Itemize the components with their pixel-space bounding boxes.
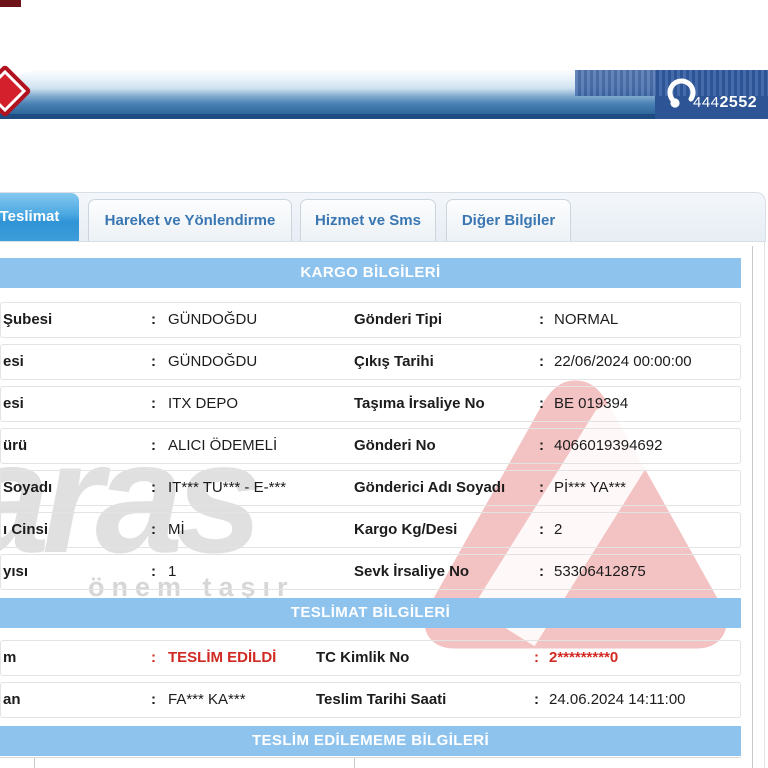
table-row: esi : ITX DEPO Taşıma İrsaliye No : BE 0… [0, 386, 741, 422]
delivery-status-value: TESLİM EDİLDİ [168, 649, 277, 666]
row-label: Soyadı [3, 479, 53, 496]
colon: : [151, 649, 156, 666]
row-value: ITX DEPO [168, 395, 239, 412]
row-label: an [3, 691, 21, 708]
tab-hizmet-ve-sms[interactable]: Hizmet ve Sms [300, 199, 436, 241]
row-value: 22/06/2024 00:00:00 [554, 353, 692, 370]
row-value: 4066019394692 [554, 437, 663, 454]
row-label: Teslim Tarihi Saati [316, 691, 447, 708]
row-label: Şubesi [3, 311, 53, 328]
colon: : [151, 479, 156, 496]
row-value: 53306412875 [554, 563, 646, 580]
colon: : [151, 353, 156, 370]
row-label: Gönderi Tipi [354, 311, 443, 328]
colon: : [151, 563, 156, 580]
row-label: Gönderici Adı Soyadı [354, 479, 506, 496]
partial-row-divider [0, 757, 741, 758]
colon: : [151, 395, 156, 412]
row-value: BE 019394 [554, 395, 629, 412]
table-row: Şubesi : GÜNDOĞDU Gönderi Tipi : NORMAL [0, 302, 741, 338]
row-label: ürü [3, 437, 28, 454]
tc-kimlik-value: 2*********0 [549, 649, 619, 666]
colon: : [151, 437, 156, 454]
row-value: FA*** KA*** [168, 691, 246, 708]
colon: : [534, 691, 539, 708]
colon: : [539, 353, 544, 370]
row-label: m [3, 649, 17, 666]
row-label: Çıkış Tarihi [354, 353, 434, 370]
top-corner-strip [0, 0, 21, 7]
row-value: NORMAL [554, 311, 619, 328]
row-label: Gönderi No [354, 437, 436, 454]
customer-service-phone: 4442552 [693, 94, 757, 112]
row-value: Mİ [168, 521, 185, 538]
table-row: ı Cinsi : Mİ Kargo Kg/Desi : 2 [0, 512, 741, 548]
row-label: esi [3, 395, 24, 412]
table-row: an : FA*** KA*** Teslim Tarihi Saati : 2… [0, 682, 741, 718]
table-row: m : TESLİM EDİLDİ TC Kimlik No : 2******… [0, 640, 741, 676]
row-label: yısı [3, 563, 29, 580]
tab-strip: Teslimat Hareket ve Yönlendirme Hizmet v… [0, 192, 766, 242]
colon: : [539, 437, 544, 454]
section-header-teslim-edilememe-bilgileri: TESLİM EDİLEMEME BİLGİLERİ [0, 726, 741, 756]
row-label: Sevk İrsaliye No [354, 563, 470, 580]
row-label: esi [3, 353, 24, 370]
phone-prefix: 444 [693, 94, 720, 111]
table-row: esi : GÜNDOĞDU Çıkış Tarihi : 22/06/2024… [0, 344, 741, 380]
page-right-border [764, 242, 765, 768]
row-value: 1 [168, 563, 177, 580]
row-value: 2 [554, 521, 563, 538]
section-header-kargo-bilgileri: KARGO BİLGİLERİ [0, 258, 741, 288]
header-underline [0, 114, 768, 119]
table-right-border [752, 246, 753, 768]
row-value: 24.06.2024 14:11:00 [549, 691, 686, 708]
colon: : [151, 311, 156, 328]
partial-cell-border [354, 758, 355, 768]
table-row: yısı : 1 Sevk İrsaliye No : 53306412875 [0, 554, 741, 590]
row-value: ALICI ÖDEMELİ [168, 437, 278, 454]
tab-teslimat[interactable]: Teslimat [0, 193, 79, 241]
partial-cell-border [34, 758, 35, 768]
colon: : [539, 521, 544, 538]
section-header-teslimat-bilgileri: TESLİMAT BİLGİLERİ [0, 598, 741, 628]
colon: : [539, 395, 544, 412]
table-row: ürü : ALICI ÖDEMELİ Gönderi No : 4066019… [0, 428, 741, 464]
row-value: GÜNDOĞDU [168, 311, 258, 328]
colon: : [151, 521, 156, 538]
colon: : [539, 479, 544, 496]
row-label: Taşıma İrsaliye No [354, 395, 485, 412]
phone-panel: 4442552 [575, 70, 768, 119]
tab-hareket-ve-yonlendirme[interactable]: Hareket ve Yönlendirme [88, 199, 292, 241]
tab-diger-bilgiler[interactable]: Diğer Bilgiler [446, 199, 571, 241]
table-row: Soyadı : IT*** TU*** - E-*** Gönderici A… [0, 470, 741, 506]
colon: : [534, 649, 539, 666]
row-label: Kargo Kg/Desi [354, 521, 458, 538]
phone-suffix: 2552 [719, 94, 758, 111]
row-value: IT*** TU*** - E-*** [168, 479, 287, 496]
row-value: Pİ*** YA*** [554, 479, 626, 496]
colon: : [539, 311, 544, 328]
row-value: GÜNDOĞDU [168, 353, 258, 370]
colon: : [151, 691, 156, 708]
row-label: ı Cinsi [3, 521, 49, 538]
colon: : [539, 563, 544, 580]
row-label: TC Kimlik No [316, 649, 410, 666]
